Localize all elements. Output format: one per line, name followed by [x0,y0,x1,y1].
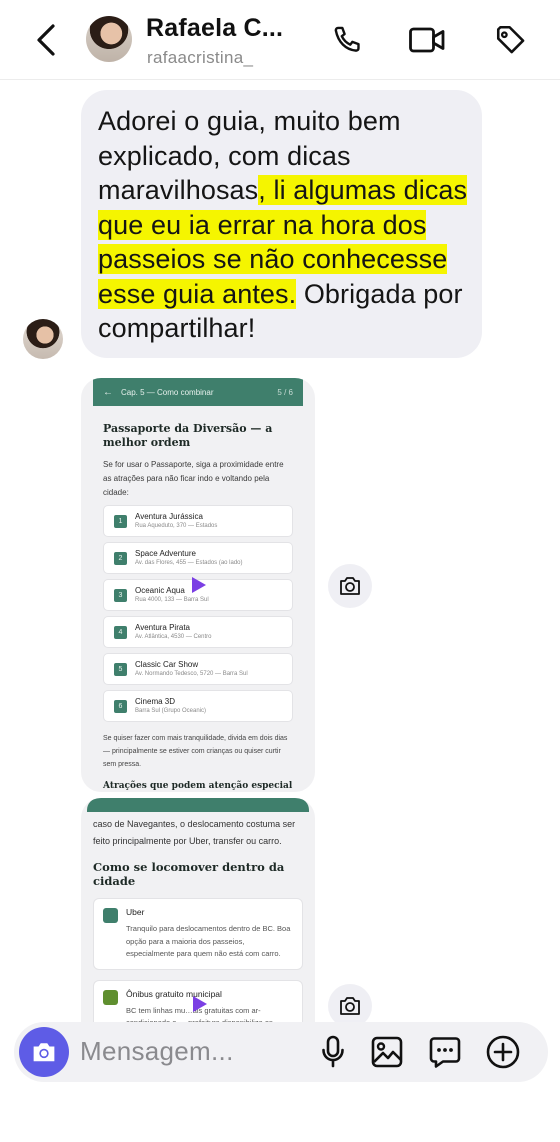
item-number: 2 [114,551,127,565]
list-item: 1 Aventura Jurássica Rua Aqueduto, 370 — E… [103,505,293,537]
item-address: Av. das Flores, 455 — Estados (ao lado) [135,559,243,566]
sticker-button[interactable] [426,1033,464,1071]
item-name: Classic Car Show [135,659,199,669]
camera-icon [340,577,360,595]
back-button[interactable] [28,18,64,62]
video-camera-icon [409,27,445,53]
back-chevron-icon [37,24,55,56]
message-input[interactable]: Mensagem... [80,1036,234,1067]
item-name: Aventura Pirata [135,622,190,632]
shared-video-card[interactable]: ← Cap. 5 — Como combinar 5 / 6 Passaport… [81,378,315,792]
list-item: 4 Aventura Pirata Av. Atlântica, 4530 — Ce… [103,616,293,648]
car-icon [103,908,118,923]
item-number: 4 [114,625,127,639]
item-name: Aventura Jurássica [135,511,203,521]
doc-title: Passaporte da Diversão — a melhor ordem [103,422,273,449]
contact-name[interactable]: Rafaela C... [146,14,283,43]
item-number: 6 [114,699,127,713]
doc-title: Como se locomover dentro da cidade [93,860,285,888]
camera-icon [340,997,360,1015]
item-name: Space Adventure [135,548,196,558]
doc-intro: caso de Navegantes, o deslocamento costu… [93,819,296,846]
phone-icon [334,26,360,52]
tag-button[interactable] [491,20,531,60]
list-item: 6 Cinema 3D Barra Sul (Grupo Oceanic) [103,690,293,722]
option-name: Uber [126,907,145,917]
bus-icon [103,989,118,1005]
camera-icon [33,1043,55,1062]
gallery-icon [371,1036,403,1068]
item-number: 3 [114,588,127,602]
list-item: 5 Classic Car Show Av. Normando Tedesco, 5… [103,653,293,685]
message-text: Adorei o guia, muito bem explicado, com … [98,104,472,346]
arrow-left-icon: ← [103,386,113,398]
item-address: Av. Atlântica, 4530 — Centro [135,633,212,640]
contact-avatar[interactable] [86,16,132,62]
play-icon[interactable] [193,996,207,1012]
item-number: 5 [114,662,127,676]
doc-topbar-label: Cap. 5 — Como combinar [121,387,214,397]
sticker-icon [429,1037,461,1068]
more-options-button[interactable] [484,1033,522,1071]
camera-reply-button[interactable] [328,564,372,608]
item-address: Rua Aqueduto, 370 — Estados [135,522,218,529]
option-desc: Tranquilo para deslocamentos dentro de B… [126,924,291,958]
list-item: 2 Space Adventure Av. das Flores, 455 — Es… [103,542,293,574]
camera-button[interactable] [19,1027,69,1077]
list-item: Uber Tranquilo para deslocamentos dentro… [93,898,303,970]
shared-video-card[interactable]: caso de Navegantes, o deslocamento costu… [81,798,315,1023]
tag-icon [496,25,525,54]
doc-page-indicator: 5 / 6 [277,387,293,397]
play-icon[interactable] [192,577,206,593]
item-address: Av. Normando Tedesco, 5720 — Barra Sul [135,670,248,677]
item-address: Rua 4000, 133 — Barra Sul [135,596,209,603]
item-number: 1 [114,514,127,528]
audio-call-button[interactable] [328,20,368,60]
doc-footer-text: Se quiser fazer com mais tranquilidade, … [103,735,288,768]
video-call-button[interactable] [407,20,447,60]
sender-avatar[interactable] [23,319,63,359]
chat-header: Rafaela C... rafaacristina_ [0,0,560,80]
contact-username[interactable]: rafaacristina_ [147,48,253,68]
doc-page: Passaporte da Diversão — a melhor ordem … [93,406,303,791]
plus-icon [486,1035,520,1069]
option-desc: BC tem linhas mu…ais gratuitas com ar-co… [126,1005,283,1024]
doc-page: caso de Navegantes, o deslocamento costu… [81,812,315,1023]
voice-message-button[interactable] [314,1033,352,1071]
message-composer[interactable]: Mensagem... [14,1022,548,1082]
item-address: Barra Sul (Grupo Oceanic) [135,707,207,714]
item-name: Cinema 3D [135,696,176,706]
doc-topbar [87,798,309,812]
doc-next-heading: Atrações que podem atenção especial [103,781,293,791]
option-name: Ônibus gratuito municipal [126,988,222,999]
doc-intro: Se for usar o Passaporte, siga a proximi… [103,460,284,497]
microphone-icon [322,1035,344,1068]
message-bubble[interactable]: Adorei o guia, muito bem explicado, com … [81,90,482,358]
doc-topbar: ← Cap. 5 — Como combinar 5 / 6 [93,378,303,406]
gallery-button[interactable] [368,1033,406,1071]
